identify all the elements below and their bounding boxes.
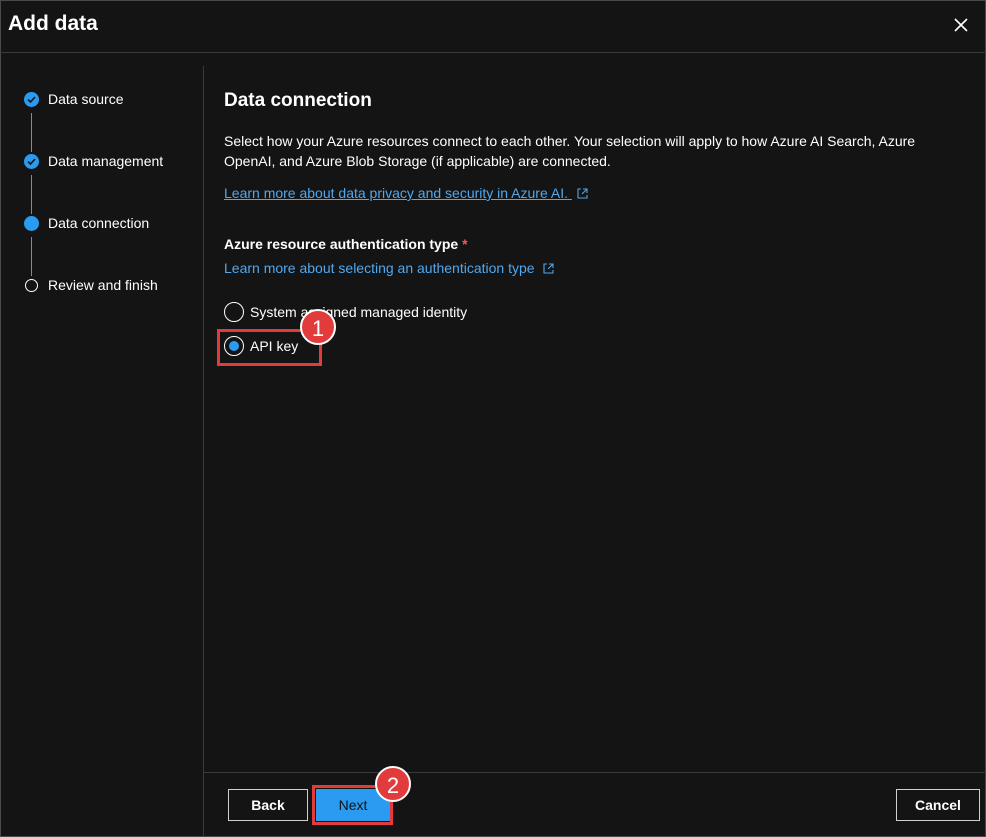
auth-type-label: Azure resource authentication type * [224,236,468,252]
cancel-button[interactable]: Cancel [896,789,980,821]
page-title: Data connection [224,90,372,111]
step-label: Data connection [48,215,150,231]
privacy-link[interactable]: Learn more about data privacy and securi… [224,185,588,202]
pending-step-dot-icon [25,279,38,292]
radio-unselected-icon [224,302,244,322]
external-link-icon [543,261,554,277]
step-label: Data source [48,91,124,107]
sidebar-divider [203,66,204,837]
radio-label: API key [250,338,299,354]
checkmark-icon [24,154,39,169]
current-step-dot-icon [24,216,39,231]
auth-type-label-text: Azure resource authentication type [224,236,459,252]
back-button[interactable]: Back [228,789,308,821]
step-connector [31,237,32,276]
dialog-title: Add data [8,12,98,35]
external-link-icon [577,186,588,202]
description-text: Select how your Azure resources connect … [224,133,916,169]
privacy-link-text: Learn more about data privacy and securi… [224,185,568,201]
required-marker: * [462,236,468,252]
step-connector [31,175,32,214]
annotation-badge-2: 2 [375,766,411,802]
radio-selected-icon [224,336,244,356]
checkmark-icon [24,92,39,107]
auth-type-link-text: Learn more about selecting an authentica… [224,260,535,276]
step-label: Data management [48,153,164,169]
auth-type-link[interactable]: Learn more about selecting an authentica… [224,260,554,277]
dialog-header: Add data [0,0,986,53]
step-connector [31,113,32,152]
close-icon[interactable] [948,12,974,38]
radio-label: System assigned managed identity [250,304,468,320]
footer-divider [204,772,986,773]
annotation-badge-1: 1 [300,309,336,345]
step-label: Review and finish [48,277,158,293]
wizard-steps [0,54,203,837]
